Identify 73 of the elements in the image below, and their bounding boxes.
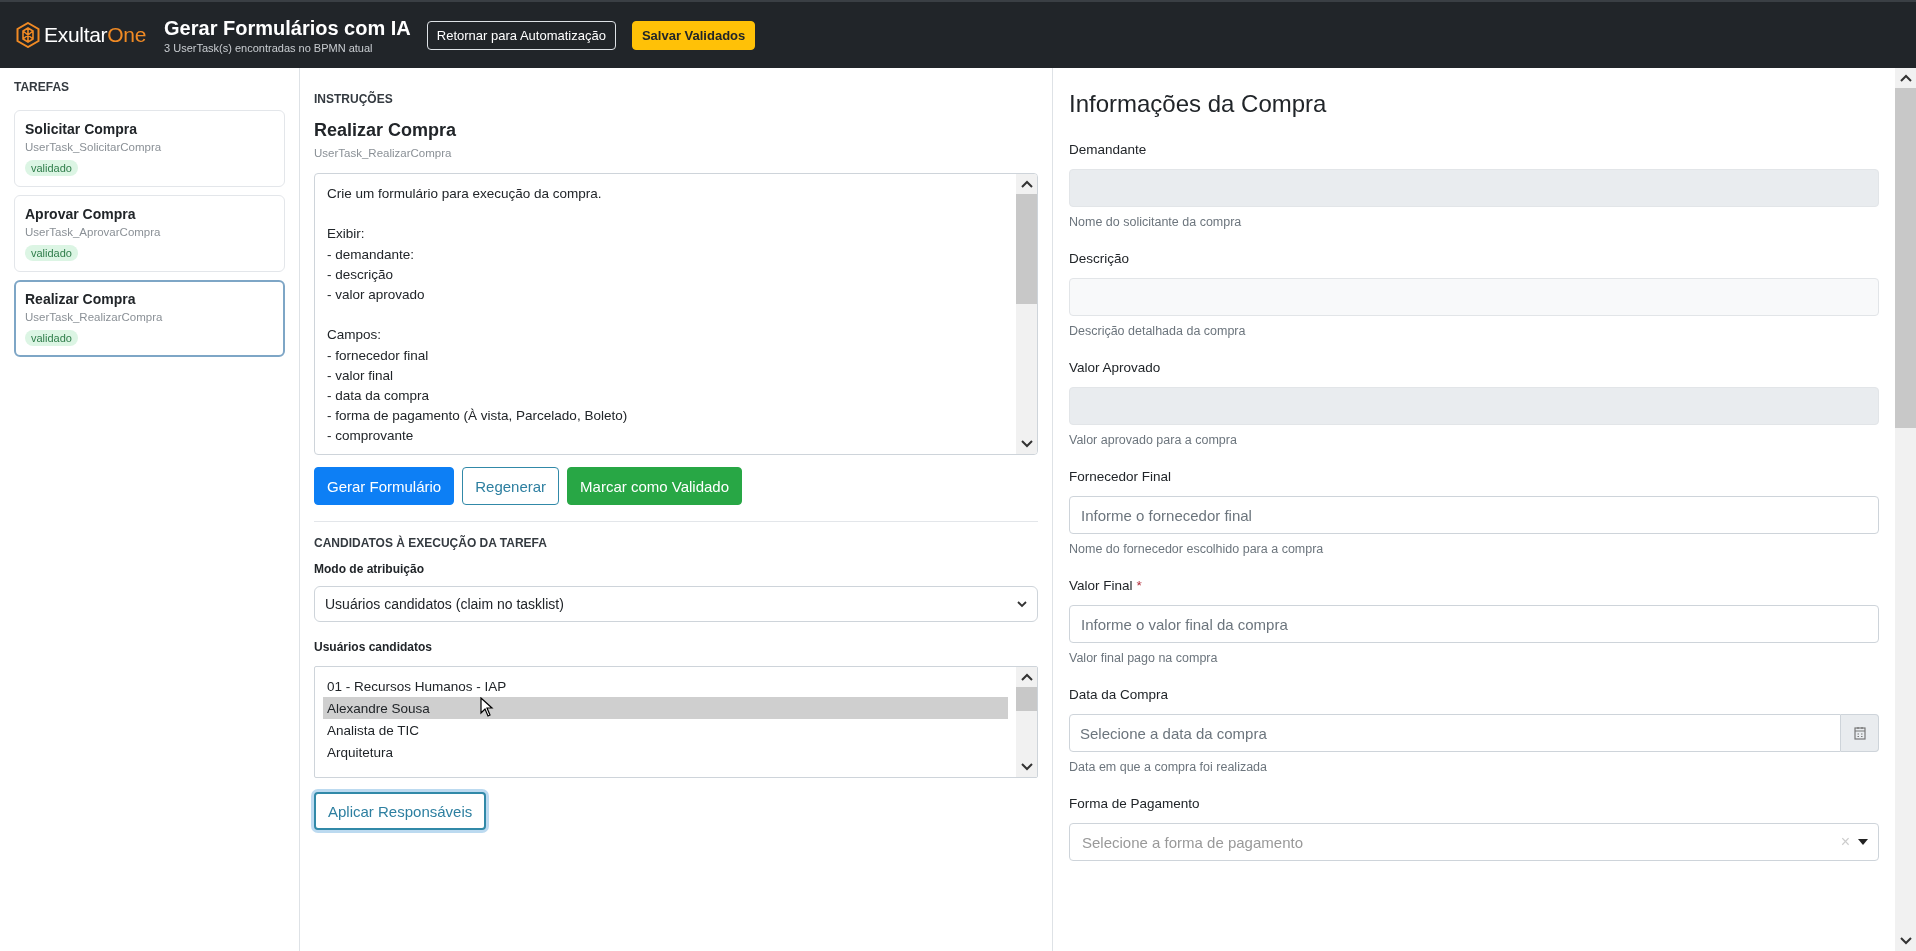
task-title: Realizar Compra: [314, 120, 458, 141]
field-label: Forma de Pagamento: [1069, 796, 1200, 811]
task-name: Solicitar Compra: [25, 121, 139, 137]
chevron-down-icon: [1017, 600, 1027, 608]
help-text: Valor final pago na compra: [1069, 651, 1219, 665]
scrollbar-thumb[interactable]: [1016, 194, 1037, 304]
field-label: Valor Aprovado: [1069, 360, 1161, 375]
scrollbar-thumb[interactable]: [1016, 687, 1037, 711]
task-id: UserTask_RealizarCompra: [25, 311, 164, 323]
calendar-icon: [1853, 726, 1866, 740]
list-option[interactable]: 01 - Recursos Humanos - IAP: [323, 675, 1008, 697]
regenerate-button[interactable]: Regenerar: [462, 467, 560, 505]
field-label: Valor Final: [1069, 578, 1133, 593]
task-name: Realizar Compra: [25, 291, 137, 307]
scroll-up-icon[interactable]: [1020, 673, 1033, 681]
date-input-field[interactable]: Selecione a data da compra: [1069, 714, 1841, 752]
mouse-pointer-icon: [480, 697, 494, 717]
scroll-down-icon[interactable]: [1020, 763, 1033, 771]
help-text: Data em que a compra foi realizada: [1069, 760, 1269, 774]
field-label: Demandante: [1069, 142, 1147, 157]
scrollbar[interactable]: [1016, 174, 1037, 454]
status-badge: validado: [25, 245, 78, 261]
field-label: Data da Compra: [1069, 687, 1169, 702]
section-heading: CANDIDATOS À EXECUÇÃO DA TAREFA: [314, 536, 548, 550]
input-field[interactable]: Informe o valor final da compra: [1069, 605, 1879, 643]
task-card[interactable]: Realizar Compra UserTask_RealizarCompra validado: [14, 280, 285, 357]
input-field[interactable]: [1069, 387, 1879, 425]
input-field[interactable]: Informe o fornecedor final: [1069, 496, 1879, 534]
task-name: Aprovar Compra: [25, 206, 137, 222]
scrollbar[interactable]: [1016, 667, 1037, 777]
field-label: Fornecedor Final: [1069, 469, 1172, 484]
scroll-down-icon[interactable]: [1020, 440, 1033, 448]
field-label: Descrição: [1069, 251, 1130, 266]
task-id: UserTask_AprovarCompra: [25, 226, 162, 238]
instructions-textarea[interactable]: Crie um formulário para execução da compra. Exibir: - demandante: - descrição - valor aprovado Campos: - fornecedor final - valor final - data da compra - forma de pagamento (À vista, Parcelado, Boleto) - comprovante: [314, 173, 1038, 455]
save-button[interactable]: Salvar Validados: [631, 20, 756, 50]
help-text: Nome do solicitante da compra: [1069, 215, 1243, 229]
brand-name: ExultarOne: [44, 23, 147, 47]
input-field[interactable]: [1069, 169, 1879, 207]
calendar-button[interactable]: [1841, 714, 1879, 752]
list-option[interactable]: Arquitetura: [323, 741, 1008, 763]
task-id: UserTask_SolicitarCompra: [25, 141, 163, 153]
scroll-up-icon[interactable]: [1899, 74, 1912, 82]
form-title: Informações da Compra: [1069, 90, 1328, 118]
page-title: Gerar Formulários com IA: [164, 16, 411, 40]
field-label: Modo de atribuição: [314, 562, 425, 576]
scroll-up-icon[interactable]: [1020, 180, 1033, 188]
task-id: UserTask_RealizarCompra: [314, 147, 453, 159]
generate-button[interactable]: Gerar Formulário: [314, 467, 455, 505]
apply-button[interactable]: Aplicar Responsáveis: [314, 792, 487, 830]
section-heading: INSTRUÇÕES: [314, 92, 394, 106]
status-badge: validado: [25, 160, 78, 176]
field-label: Usuários candidatos: [314, 640, 434, 654]
scroll-down-icon[interactable]: [1899, 937, 1912, 945]
scrollbar-thumb[interactable]: [1895, 88, 1916, 428]
caret-icon: [1858, 839, 1868, 845]
task-card[interactable]: Aprovar Compra UserTask_AprovarCompra validado: [14, 195, 285, 272]
required-mark: *: [1136, 578, 1142, 593]
select-field[interactable]: Usuários candidatos (claim no tasklist): [314, 586, 1038, 622]
section-heading: TAREFAS: [14, 80, 71, 94]
help-text: Valor aprovado para a compra: [1069, 433, 1238, 447]
users-listbox[interactable]: 01 - Recursos Humanos - IAP Alexandre Sousa Analista de TIC Arquitetura: [314, 666, 1038, 778]
input-field[interactable]: [1069, 278, 1879, 316]
page-subtitle: 3 UserTask(s) encontradas no BPMN atual: [164, 41, 374, 54]
return-button[interactable]: Retornar para Automatização: [426, 20, 616, 50]
list-option[interactable]: Alexandre Sousa: [323, 697, 1008, 719]
help-text: Nome do fornecedor escolhido para a compra: [1069, 542, 1325, 556]
task-card[interactable]: Solicitar Compra UserTask_SolicitarCompra validado: [14, 110, 285, 187]
list-option[interactable]: Analista de TIC: [323, 719, 1008, 741]
status-badge: validado: [25, 330, 78, 346]
help-text: Descrição detalhada da compra: [1069, 324, 1247, 338]
hexagon-logo-icon: [16, 22, 40, 48]
scrollbar[interactable]: [1895, 68, 1916, 951]
